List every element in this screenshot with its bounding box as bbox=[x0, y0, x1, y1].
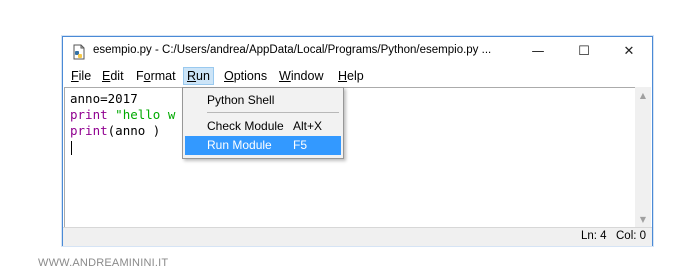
menu-item-run-module[interactable]: Run Module F5 bbox=[185, 136, 341, 155]
menu-separator bbox=[207, 112, 339, 113]
menu-run-accel: R bbox=[187, 69, 197, 83]
minimize-button[interactable]: — bbox=[515, 37, 561, 66]
menu-help-label: elp bbox=[347, 69, 364, 83]
vertical-scrollbar[interactable]: ▲ ▼ bbox=[635, 87, 651, 227]
menu-edit-label: dit bbox=[110, 69, 124, 83]
menu-format-accel: o bbox=[143, 69, 151, 83]
watermark-text: WWW.ANDREAMININI.IT bbox=[38, 257, 169, 269]
code-line-3-text: (anno ) bbox=[107, 123, 161, 138]
scroll-up-icon[interactable]: ▲ bbox=[635, 87, 651, 103]
menu-file-label: ile bbox=[78, 69, 92, 83]
scroll-down-icon[interactable]: ▼ bbox=[635, 211, 651, 227]
menu-item-run-module-label: Run Module bbox=[207, 138, 272, 152]
code-editor[interactable]: anno=2017 print "hello w print(anno ) bbox=[64, 87, 636, 228]
menu-options-label: ptions bbox=[233, 69, 268, 83]
menu-item-python-shell[interactable]: Python Shell bbox=[185, 91, 341, 110]
status-column: Col: 0 bbox=[616, 230, 647, 242]
menu-options-accel: O bbox=[224, 69, 234, 83]
title-bar[interactable]: esempio.py - C:/Users/andrea/AppData/Loc… bbox=[63, 37, 652, 66]
menu-window[interactable]: Window bbox=[279, 68, 323, 84]
menu-run[interactable]: Run bbox=[183, 67, 214, 85]
menu-window-accel: W bbox=[279, 69, 291, 83]
text-cursor bbox=[71, 141, 72, 155]
menu-bar: File Edit Format Run Options Window Help bbox=[63, 66, 652, 86]
menu-format[interactable]: Format bbox=[136, 68, 176, 84]
menu-help[interactable]: Help bbox=[338, 68, 364, 84]
code-line-2-keyword: print bbox=[70, 107, 108, 122]
maximize-button[interactable]: ☐ bbox=[561, 37, 607, 66]
menu-item-run-module-shortcut: F5 bbox=[293, 138, 308, 152]
code-line-1-text: anno=2017 bbox=[70, 91, 138, 106]
status-bar: Ln: 4 Col: 0 bbox=[63, 227, 652, 246]
menu-format-pre: F bbox=[136, 69, 144, 83]
menu-format-label: rmat bbox=[150, 69, 176, 83]
menu-run-label: un bbox=[196, 69, 210, 83]
run-menu-dropdown: Python Shell Check Module Alt+X Run Modu… bbox=[182, 87, 344, 159]
menu-help-accel: H bbox=[338, 69, 348, 83]
menu-options[interactable]: Options bbox=[224, 68, 267, 84]
code-line-2-string: "hello w bbox=[107, 107, 176, 122]
menu-item-check-module-shortcut: Alt+X bbox=[293, 119, 323, 133]
menu-item-python-shell-label: Python Shell bbox=[207, 93, 275, 107]
menu-item-check-module-label: Check Module bbox=[207, 119, 284, 133]
status-line: Ln: 4 bbox=[581, 230, 607, 242]
close-button[interactable]: ✕ bbox=[606, 37, 652, 66]
menu-edit[interactable]: Edit bbox=[102, 68, 124, 84]
code-line-1: anno=2017 bbox=[70, 91, 138, 107]
idle-editor-window: esempio.py - C:/Users/andrea/AppData/Loc… bbox=[62, 36, 653, 246]
window-title: esempio.py - C:/Users/andrea/AppData/Loc… bbox=[93, 44, 492, 56]
menu-file[interactable]: File bbox=[71, 68, 91, 84]
code-line-3-keyword: print bbox=[70, 123, 108, 138]
code-line-2: print "hello w bbox=[70, 107, 175, 123]
menu-item-check-module[interactable]: Check Module Alt+X bbox=[185, 117, 341, 136]
menu-file-accel: F bbox=[71, 69, 79, 83]
python-file-icon bbox=[73, 44, 85, 60]
code-line-3: print(anno ) bbox=[70, 123, 160, 139]
menu-window-label: indow bbox=[290, 69, 324, 83]
